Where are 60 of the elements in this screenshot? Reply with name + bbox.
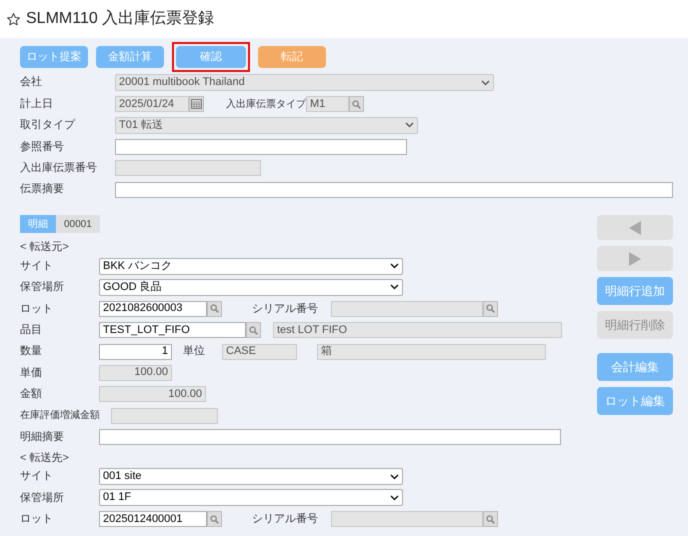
field-label: サイト	[20, 258, 54, 274]
search-icon	[486, 514, 495, 524]
select-field[interactable]: 001 site	[99, 468, 403, 486]
search-button[interactable]	[483, 511, 498, 528]
field-label: 入出庫伝票番号	[20, 160, 98, 176]
chevron-down-icon	[481, 80, 490, 86]
select-field[interactable]: 01 1F	[99, 489, 403, 506]
search-icon	[210, 514, 219, 524]
chevron-down-icon	[390, 284, 399, 290]
input-field[interactable]	[99, 429, 561, 446]
search-icon	[486, 304, 495, 314]
calendar-icon	[191, 99, 202, 110]
input-field[interactable]: TEST_LOT_FIFO	[99, 322, 246, 338]
search-button[interactable]	[349, 96, 364, 112]
search-button[interactable]	[246, 322, 261, 338]
input-field[interactable]: 2021082600003	[99, 300, 207, 317]
field-label: 計上日	[20, 96, 54, 112]
chevron-down-icon	[390, 494, 399, 501]
field-label: 参照番号	[20, 140, 65, 155]
field-label: 会社	[20, 75, 43, 90]
section-heading: < 転送先>	[20, 450, 69, 466]
field-label: サイト	[20, 469, 54, 484]
triangle-left-icon	[629, 220, 641, 235]
search-icon	[352, 100, 361, 109]
calendar-button[interactable]	[189, 96, 204, 112]
field-label: 入出庫伝票タイプ	[226, 98, 306, 112]
field-label: 単位	[183, 344, 206, 360]
search-icon	[210, 304, 219, 314]
input-field[interactable]: 2025012400001	[99, 511, 207, 528]
chevron-down-icon	[390, 474, 399, 480]
select-field[interactable]: GOOD 良品	[99, 278, 403, 296]
search-button[interactable]	[207, 300, 222, 317]
field-label: 単価	[20, 366, 43, 381]
search-button[interactable]	[207, 511, 222, 528]
field-label: シリアル番号	[252, 512, 319, 528]
select-field[interactable]: BKK バンコク	[99, 258, 403, 275]
field-label: 伝票摘要	[20, 182, 65, 198]
triangle-right-icon	[629, 252, 641, 266]
field-label: シリアル番号	[252, 302, 319, 317]
detail-tab[interactable]: 00001	[56, 215, 100, 234]
input-field[interactable]: 1	[99, 344, 172, 360]
chevron-down-icon	[405, 122, 414, 128]
field-label: 在庫評価増減金額	[20, 408, 101, 424]
field-label: ロット	[20, 302, 54, 317]
field-label: 取引タイプ	[20, 118, 76, 134]
field-label: 保管場所	[20, 490, 65, 506]
field-label: ロット	[20, 512, 54, 528]
field-label: 品目	[20, 322, 43, 338]
field-label: 数量	[20, 344, 43, 360]
chevron-down-icon	[390, 263, 399, 270]
field-label: 金額	[20, 386, 43, 402]
input-field[interactable]	[115, 138, 407, 155]
star-icon[interactable]	[6, 12, 21, 26]
search-icon	[249, 326, 258, 335]
search-button[interactable]	[483, 300, 498, 317]
field-label: 保管場所	[20, 280, 65, 296]
input-field[interactable]	[115, 182, 673, 198]
page-title: SLMM110 入出庫伝票登録	[26, 8, 214, 29]
field-label: 明細摘要	[20, 430, 65, 445]
section-heading: < 転送元>	[20, 240, 69, 256]
